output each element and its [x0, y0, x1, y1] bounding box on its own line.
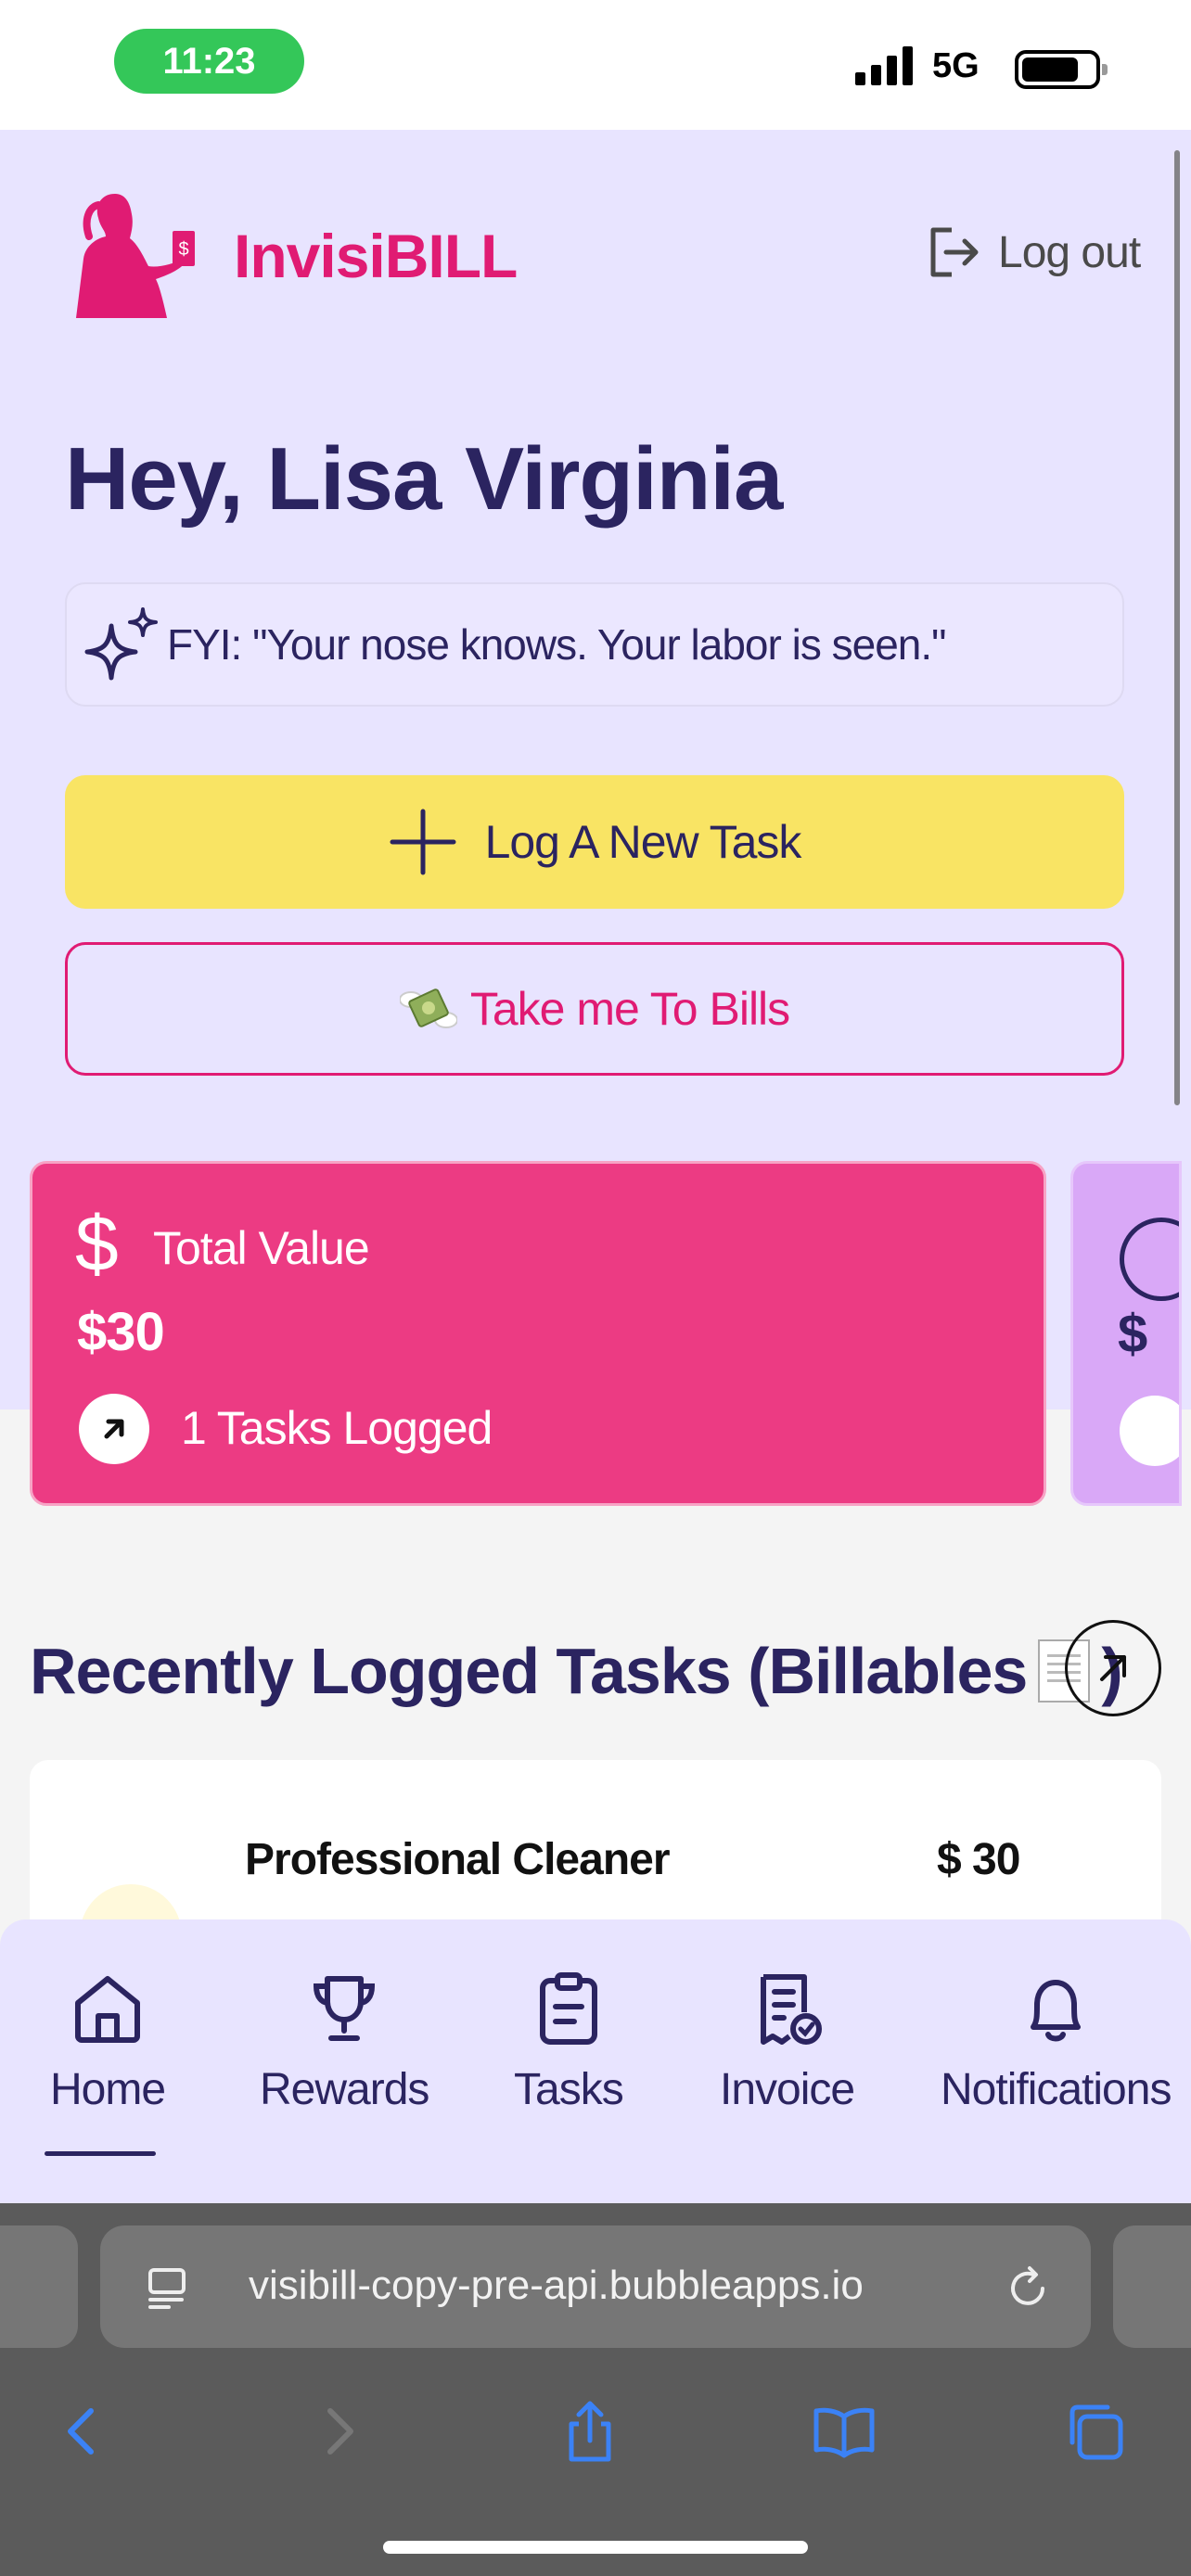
share-icon[interactable]: [557, 2398, 623, 2465]
brand-name: InvisiBILL: [234, 222, 518, 290]
fyi-banner: FYI: "Your nose knows. Your labor is see…: [65, 582, 1124, 707]
fyi-text: FYI: "Your nose knows. Your labor is see…: [167, 620, 946, 669]
take-me-to-bills-label: Take me To Bills: [469, 983, 790, 1035]
plus-icon: [390, 809, 456, 875]
log-new-task-button[interactable]: Log A New Task: [65, 775, 1124, 909]
total-value-amount: $30: [77, 1302, 165, 1362]
money-wings-icon: [399, 988, 457, 1028]
invoice-icon: [760, 1974, 822, 2045]
logout-button[interactable]: Log out: [928, 224, 1141, 280]
status-bar: 11:23 5G: [0, 0, 1191, 130]
network-label: 5G: [932, 46, 980, 85]
nav-home-label: Home: [50, 2065, 166, 2114]
signal-icon: [855, 43, 913, 85]
nav-home[interactable]: Home: [50, 1970, 166, 2115]
next-stat-card[interactable]: $: [1070, 1161, 1182, 1506]
nav-active-indicator: [45, 2151, 156, 2156]
nav-tasks-label: Tasks: [514, 2065, 624, 2114]
battery-icon: [1015, 50, 1108, 89]
nav-invoice[interactable]: Invoice: [720, 1970, 855, 2115]
total-value-card[interactable]: $ Total Value $30 1 Tasks Logged: [30, 1161, 1046, 1506]
recent-tasks-title: Recently Logged Tasks (Billables: [30, 1635, 1028, 1707]
bottom-nav: Home Rewards Tasks Invoice Notifications: [0, 1919, 1191, 2203]
nav-invoice-label: Invoice: [720, 2065, 855, 2114]
log-new-task-label: Log A New Task: [484, 816, 802, 868]
arrow-up-right-icon[interactable]: [1120, 1396, 1179, 1466]
page-menu-icon[interactable]: [145, 2263, 193, 2311]
home-icon: [75, 1976, 141, 2043]
svg-text:$: $: [178, 239, 188, 260]
next-tab[interactable]: [1113, 2225, 1191, 2348]
nav-rewards-label: Rewards: [260, 2065, 429, 2114]
logout-label: Log out: [998, 227, 1141, 277]
back-icon[interactable]: [48, 2398, 115, 2465]
greeting-heading: Hey, Lisa Virginia: [65, 429, 783, 529]
task-price: $ 30: [937, 1835, 1020, 1884]
scrollbar[interactable]: [1174, 150, 1180, 1105]
recent-tasks-heading: Recently Logged Tasks (Billables ): [30, 1634, 1123, 1708]
tabs-icon[interactable]: [1063, 2398, 1130, 2465]
url-text: visibill-copy-pre-api.bubbleapps.io: [249, 2263, 864, 2308]
task-name: Professional Cleaner: [245, 1835, 671, 1884]
clipboard-icon: [539, 1972, 597, 2045]
sparkles-icon: [84, 607, 158, 681]
nav-notifications-label: Notifications: [941, 2065, 1172, 2114]
logout-icon: [930, 227, 979, 277]
take-me-to-bills-button[interactable]: Take me To Bills: [65, 942, 1124, 1076]
nav-tasks[interactable]: Tasks: [514, 1970, 624, 2115]
address-bar[interactable]: visibill-copy-pre-api.bubbleapps.io: [100, 2225, 1091, 2348]
logo-icon: $: [76, 194, 195, 318]
arrow-up-right-icon: [1100, 1655, 1126, 1681]
neutral-face-icon: [1120, 1218, 1179, 1301]
forward-icon[interactable]: [306, 2398, 373, 2465]
status-time: 11:23: [114, 29, 304, 94]
open-tasks-button[interactable]: [1065, 1620, 1161, 1716]
home-indicator: [383, 2541, 808, 2554]
nav-rewards[interactable]: Rewards: [260, 1970, 429, 2115]
previous-tab[interactable]: [0, 2225, 78, 2348]
nav-notifications[interactable]: Notifications: [941, 1970, 1172, 2115]
next-stat-value: $: [1118, 1304, 1147, 1364]
arrow-up-right-icon[interactable]: [79, 1394, 149, 1464]
bell-icon: [1031, 1980, 1082, 2042]
browser-chrome: visibill-copy-pre-api.bubbleapps.io: [0, 2203, 1191, 2576]
trophy-icon: [314, 1976, 376, 2041]
total-value-label: Total Value: [153, 1222, 370, 1274]
browser-toolbar: [0, 2372, 1191, 2474]
bookmarks-icon[interactable]: [811, 2398, 877, 2465]
dollar-icon: $: [75, 1200, 119, 1287]
reload-icon[interactable]: [1005, 2264, 1052, 2311]
tasks-logged-count: 1 Tasks Logged: [181, 1402, 493, 1454]
